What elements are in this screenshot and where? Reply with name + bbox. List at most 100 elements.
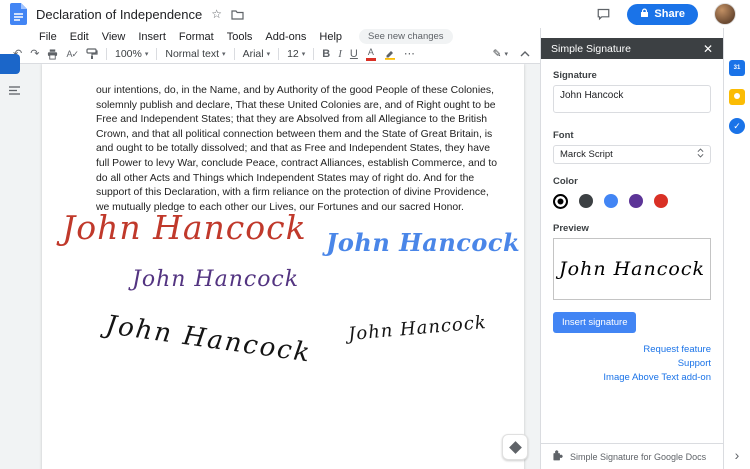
simple-signature-panel: Simple Signature ✕ Signature Font Marck … — [541, 38, 723, 469]
menu-format[interactable]: Format — [179, 31, 214, 43]
paint-format-icon[interactable] — [86, 48, 98, 60]
document-title[interactable]: Declaration of Independence — [36, 7, 202, 22]
color-swatch-red[interactable] — [654, 194, 668, 208]
sidebar-footer: Simple Signature for Google Docs — [541, 443, 723, 469]
underline-button[interactable]: U — [350, 49, 358, 60]
signature-preview-text: John Hancock — [559, 258, 705, 280]
sidebar-header: Simple Signature ✕ — [541, 38, 723, 59]
highlight-color-button[interactable] — [384, 48, 396, 60]
menu-help[interactable]: Help — [319, 31, 342, 43]
sidebar-body: Signature Font Marck Script Colo — [541, 59, 723, 443]
document-outline-button[interactable] — [5, 81, 23, 99]
chevron-down-icon: ▾ — [267, 50, 271, 58]
menu-file[interactable]: File — [39, 31, 57, 43]
signature-input[interactable] — [553, 85, 711, 113]
bold-button[interactable]: B — [322, 49, 330, 60]
keep-icon[interactable] — [729, 89, 745, 105]
toolbar-divider — [156, 48, 157, 60]
signature-image-purple[interactable]: John Hancock — [132, 267, 299, 292]
lock-icon — [640, 8, 649, 21]
redo-icon[interactable]: ↷ — [30, 49, 39, 60]
signature-image-blue[interactable]: John Hancock — [326, 228, 520, 257]
docs-edge-chip — [0, 54, 20, 74]
paragraph-style-value: Normal text — [165, 48, 219, 60]
font-size-value: 12 — [287, 48, 299, 60]
user-avatar[interactable] — [714, 3, 736, 25]
signature-label: Signature — [553, 70, 711, 81]
explore-icon — [509, 441, 522, 454]
chevron-down-icon: ▾ — [302, 50, 306, 58]
menu-addons[interactable]: Add-ons — [265, 31, 306, 43]
menu-tools[interactable]: Tools — [227, 31, 253, 43]
toolbar-divider — [313, 48, 314, 60]
color-swatch-blue[interactable] — [604, 194, 618, 208]
menu-edit[interactable]: Edit — [70, 31, 89, 43]
italic-button[interactable]: I — [338, 49, 342, 60]
comment-history-icon[interactable] — [596, 7, 611, 21]
signature-preview-box: John Hancock — [553, 238, 711, 300]
tasks-icon[interactable]: ✓ — [729, 118, 745, 134]
font-label: Font — [553, 130, 711, 141]
support-link[interactable]: Support — [553, 357, 711, 371]
star-icon[interactable]: ☆ — [211, 8, 222, 20]
updown-arrows-icon — [697, 148, 704, 161]
pencil-icon: ✎ — [493, 48, 502, 60]
zoom-select[interactable]: 100% ▾ — [115, 48, 148, 60]
signature-field-group: Signature — [553, 70, 711, 118]
color-label: Color — [553, 176, 711, 187]
toolbar-divider — [106, 48, 107, 60]
expand-panel-icon[interactable]: › — [735, 448, 740, 462]
menu-insert[interactable]: Insert — [138, 31, 166, 43]
share-button-label: Share — [654, 8, 685, 20]
menu-view[interactable]: View — [102, 31, 126, 43]
topbar-right: Share — [596, 3, 740, 25]
google-docs-logo-icon[interactable] — [10, 3, 27, 25]
more-tools-icon[interactable]: ⋯ — [404, 49, 415, 60]
image-above-text-addon-link[interactable]: Image Above Text add-on — [553, 371, 711, 385]
request-feature-link[interactable]: Request feature — [553, 343, 711, 357]
font-family-value: Arial — [243, 48, 264, 60]
document-page[interactable]: our intentions, do, in the Name, and by … — [42, 64, 524, 469]
explore-button[interactable] — [502, 434, 528, 460]
editor-column: File Edit View Insert Format Tools Add-o… — [0, 28, 540, 469]
addon-sidebar: Simple Signature ✕ Signature Font Marck … — [540, 28, 723, 469]
signature-image-black-left[interactable]: John Hancock — [104, 310, 313, 369]
font-select[interactable]: Marck Script — [553, 145, 711, 164]
font-select-value: Marck Script — [560, 149, 613, 160]
puzzle-piece-icon — [551, 449, 564, 464]
toolbar-divider — [278, 48, 279, 60]
print-icon[interactable] — [47, 49, 58, 60]
text-color-glyph: A — [368, 48, 374, 57]
share-button[interactable]: Share — [627, 4, 698, 25]
signature-image-red[interactable]: John Hancock — [62, 208, 307, 247]
insert-signature-button[interactable]: Insert signature — [553, 312, 636, 333]
close-icon[interactable]: ✕ — [703, 42, 713, 56]
toolbar-divider — [234, 48, 235, 60]
toolbar: ↶ ↷ A✓ 100% ▾ Normal text ▾ — [0, 45, 540, 64]
hide-menus-icon[interactable] — [520, 51, 530, 57]
font-size-select[interactable]: 12 ▾ — [287, 48, 305, 60]
calendar-icon[interactable]: 31 — [729, 60, 745, 76]
zoom-value: 100% — [115, 48, 142, 60]
font-family-select[interactable]: Arial ▾ — [243, 48, 271, 60]
color-swatch-row — [553, 191, 711, 211]
google-docs-app: Declaration of Independence ☆ Share — [0, 0, 750, 469]
document-paragraph[interactable]: our intentions, do, in the Name, and by … — [96, 84, 497, 215]
document-canvas: our intentions, do, in the Name, and by … — [0, 64, 540, 469]
spellcheck-icon[interactable]: A✓ — [66, 50, 78, 59]
color-field-group: Color — [553, 176, 711, 211]
color-swatch-gray[interactable] — [579, 194, 593, 208]
paragraph-style-select[interactable]: Normal text ▾ — [165, 48, 225, 60]
see-new-changes-button[interactable]: See new changes — [359, 29, 453, 44]
move-folder-icon[interactable] — [231, 9, 244, 20]
sidebar-links: Request feature Support Image Above Text… — [553, 343, 711, 385]
editing-mode-button[interactable]: ✎ ▾ — [493, 48, 508, 60]
text-color-button[interactable]: A — [366, 48, 376, 61]
signature-image-black-right[interactable]: John Hancock — [347, 312, 487, 345]
main-region: File Edit View Insert Format Tools Add-o… — [0, 28, 750, 469]
toolbar-right: ✎ ▾ — [493, 48, 540, 60]
color-swatch-black-selected[interactable] — [553, 194, 568, 209]
sidebar-title: Simple Signature — [551, 43, 631, 55]
color-swatch-purple[interactable] — [629, 194, 643, 208]
preview-group: Preview John Hancock — [553, 223, 711, 300]
